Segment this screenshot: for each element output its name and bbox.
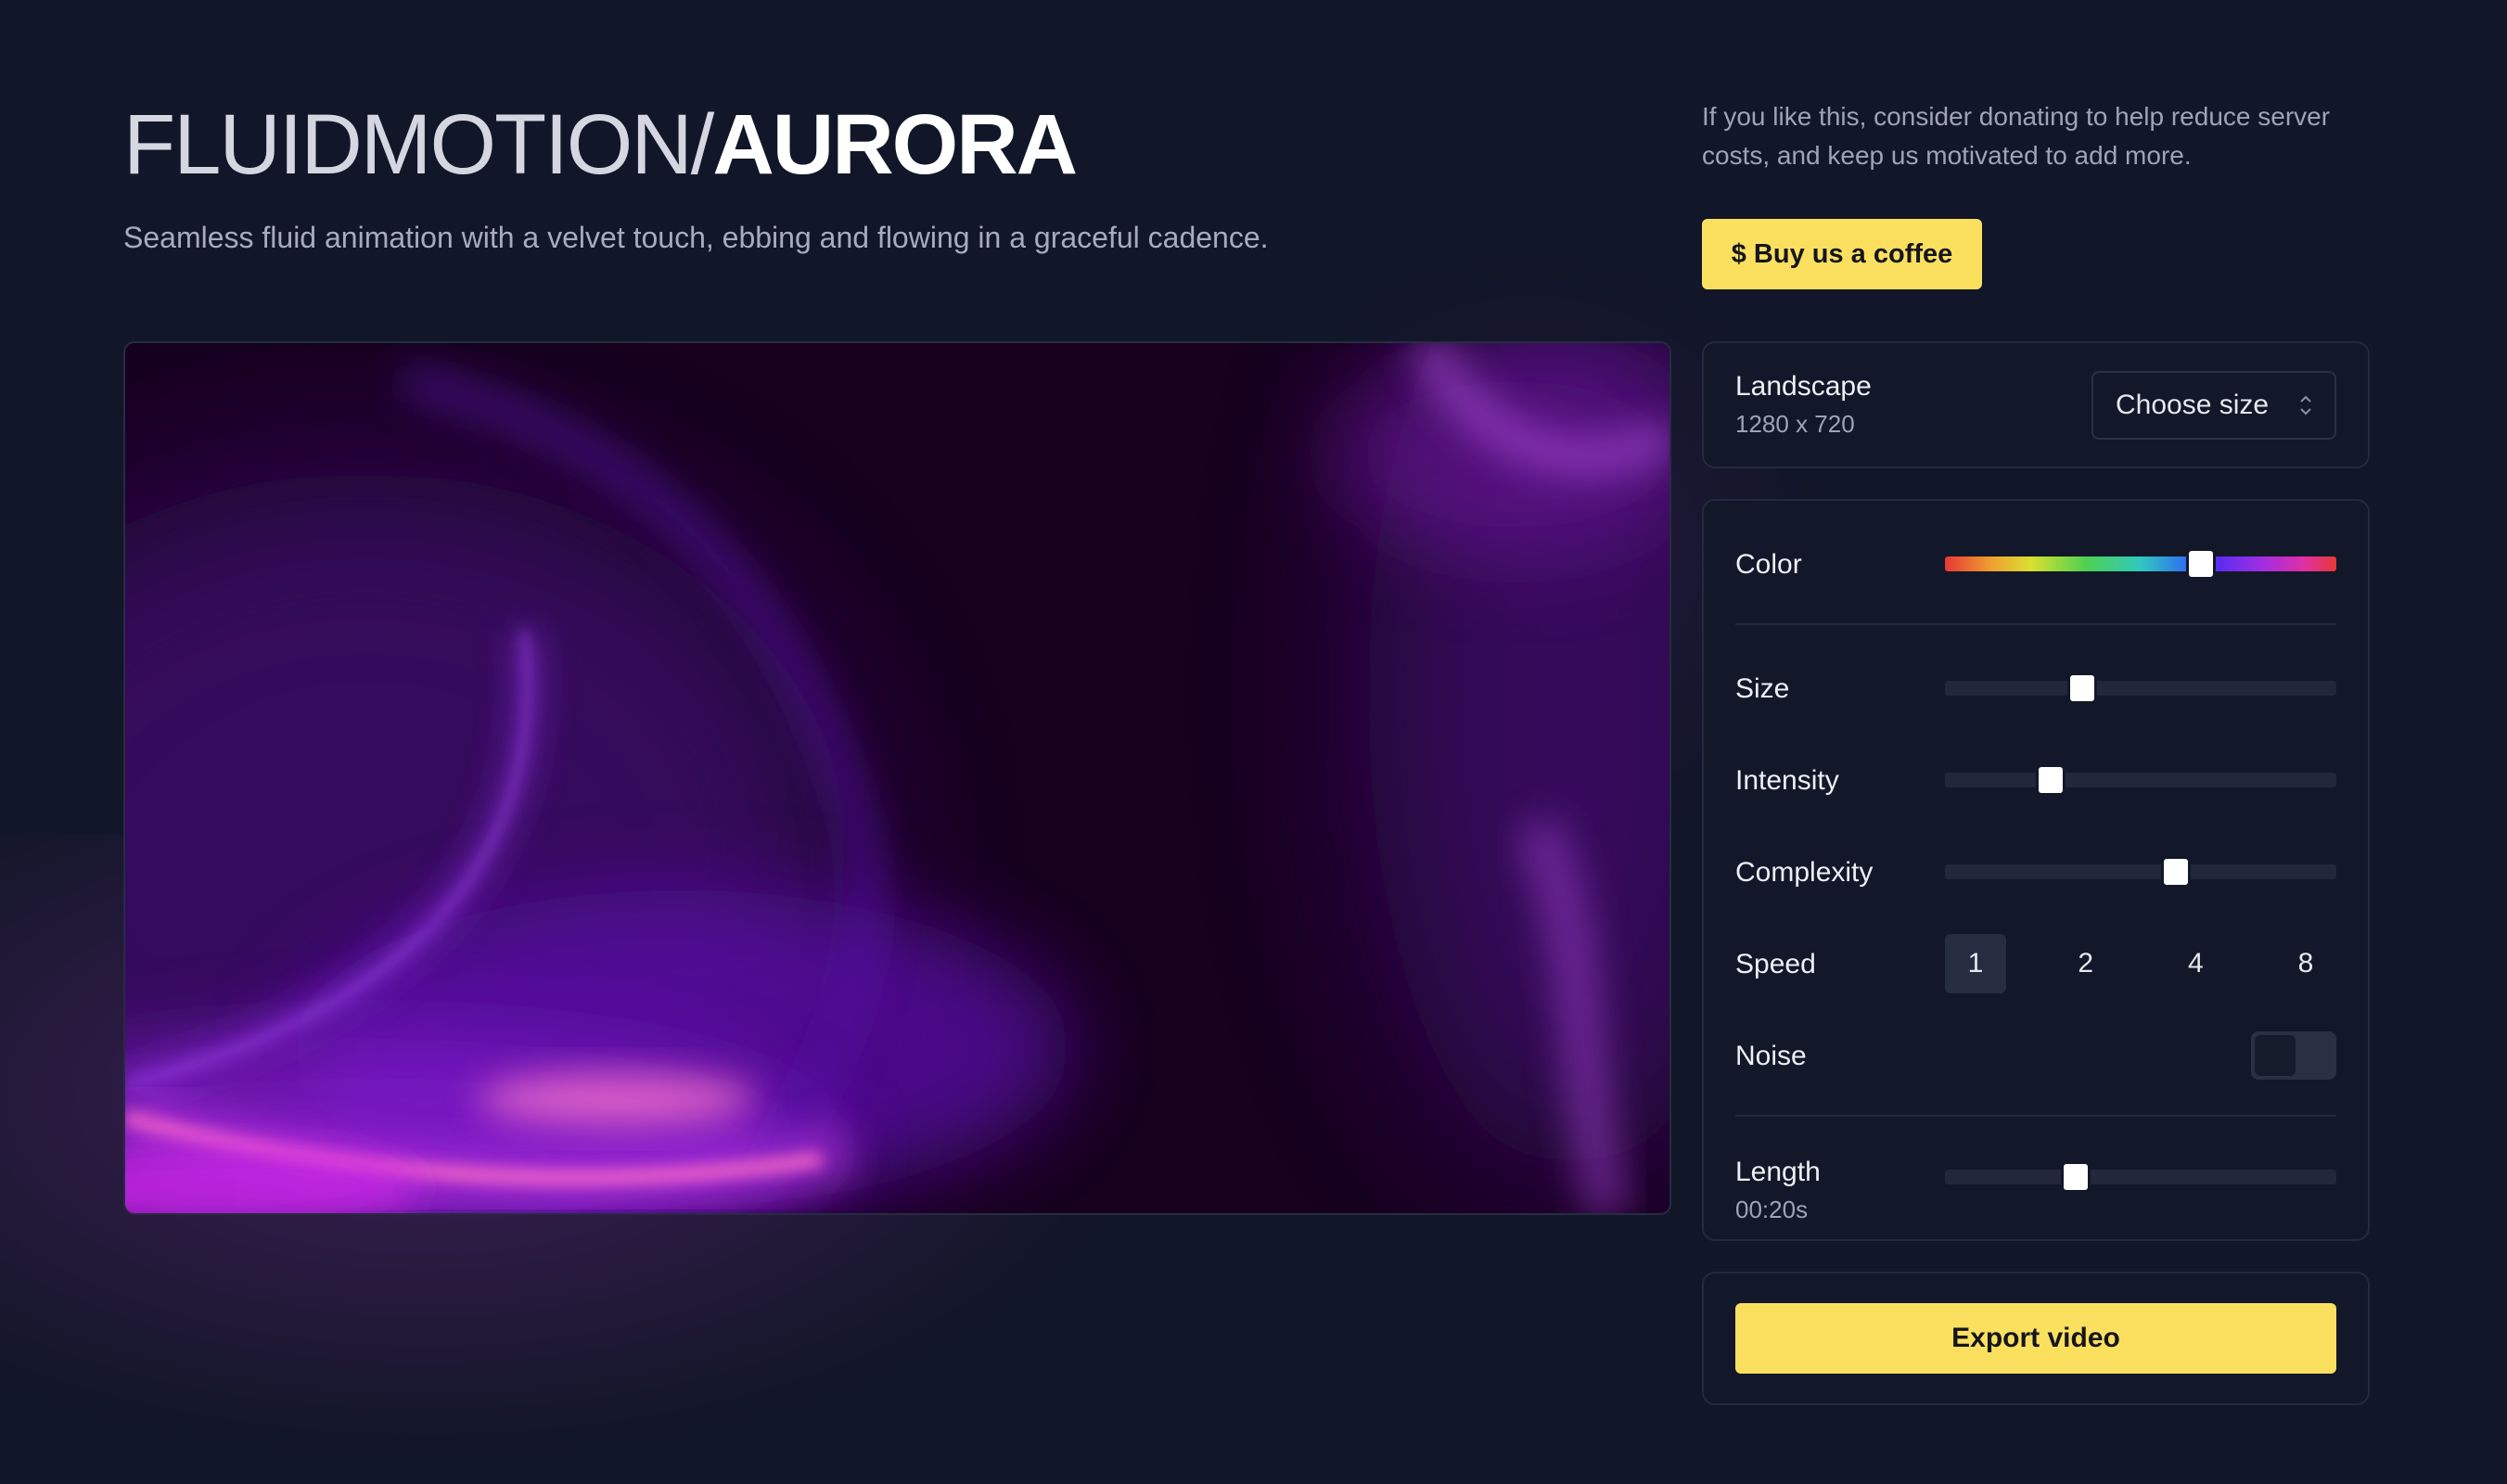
color-slider[interactable]	[1945, 551, 2336, 577]
controls-panel: Color Size Intensity Complexity Speed 1 …	[1702, 499, 2370, 1241]
title-name: AURORA	[712, 97, 1078, 192]
complexity-slider[interactable]	[1945, 859, 2336, 885]
intensity-slider[interactable]	[1945, 767, 2336, 793]
title-prefix: FLUIDMOTION/	[123, 97, 714, 192]
length-slider-thumb[interactable]	[2064, 1164, 2089, 1190]
animation-preview	[123, 341, 1671, 1215]
length-row: Length 00:20s	[1735, 1144, 2336, 1223]
color-row: Color	[1735, 536, 2336, 592]
length-value: 00:20s	[1735, 1196, 1809, 1223]
intensity-slider-thumb[interactable]	[2038, 767, 2063, 793]
choose-size-select[interactable]: Choose size	[2091, 371, 2336, 440]
noise-label: Noise	[1735, 1041, 1807, 1071]
complexity-label: Complexity	[1735, 857, 1874, 888]
noise-toggle-knob	[2255, 1035, 2296, 1076]
buy-coffee-button[interactable]: $ Buy us a coffee	[1702, 219, 1982, 289]
noise-row: Noise	[1735, 1028, 2336, 1083]
noise-toggle[interactable]	[2251, 1031, 2336, 1080]
size-panel: Landscape 1280 x 720 Choose size	[1702, 341, 2370, 468]
length-slider[interactable]	[1945, 1164, 2336, 1190]
orientation-label: Landscape	[1735, 371, 1872, 402]
speed-option-8[interactable]: 8	[2275, 934, 2336, 993]
export-panel: Export video	[1702, 1272, 2370, 1405]
speed-label: Speed	[1735, 949, 1816, 979]
length-label: Length	[1735, 1157, 1821, 1187]
color-slider-thumb[interactable]	[2189, 551, 2214, 577]
aurora-canvas	[125, 343, 1669, 1213]
chevron-up-down-icon	[2300, 395, 2311, 416]
intensity-label: Intensity	[1735, 765, 1839, 796]
donate-message: If you like this, consider donating to h…	[1702, 102, 2331, 170]
dimensions-label: 1280 x 720	[1735, 410, 1855, 438]
size-slider[interactable]	[1945, 675, 2336, 701]
speed-option-2[interactable]: 2	[2055, 934, 2117, 993]
page-title: FLUIDMOTION/AURORA	[123, 93, 1078, 197]
page-subtitle: Seamless fluid animation with a velvet t…	[123, 221, 1269, 254]
choose-size-label: Choose size	[2116, 390, 2270, 420]
complexity-slider-thumb[interactable]	[2163, 859, 2188, 885]
intensity-row: Intensity	[1735, 752, 2336, 808]
size-row: Size	[1735, 660, 2336, 716]
speed-option-4[interactable]: 4	[2165, 934, 2226, 993]
size-slider-thumb[interactable]	[2069, 675, 2094, 701]
divider	[1735, 623, 2336, 625]
speed-row: Speed 1 2 4 8	[1735, 934, 2336, 993]
speed-options: 1 2 4 8	[1945, 934, 2336, 993]
complexity-row: Complexity	[1735, 844, 2336, 900]
color-label: Color	[1735, 549, 1802, 580]
divider	[1735, 1115, 2336, 1117]
size-label: Size	[1735, 673, 1790, 704]
speed-option-1[interactable]: 1	[1945, 934, 2006, 993]
export-video-button[interactable]: Export video	[1735, 1303, 2336, 1374]
